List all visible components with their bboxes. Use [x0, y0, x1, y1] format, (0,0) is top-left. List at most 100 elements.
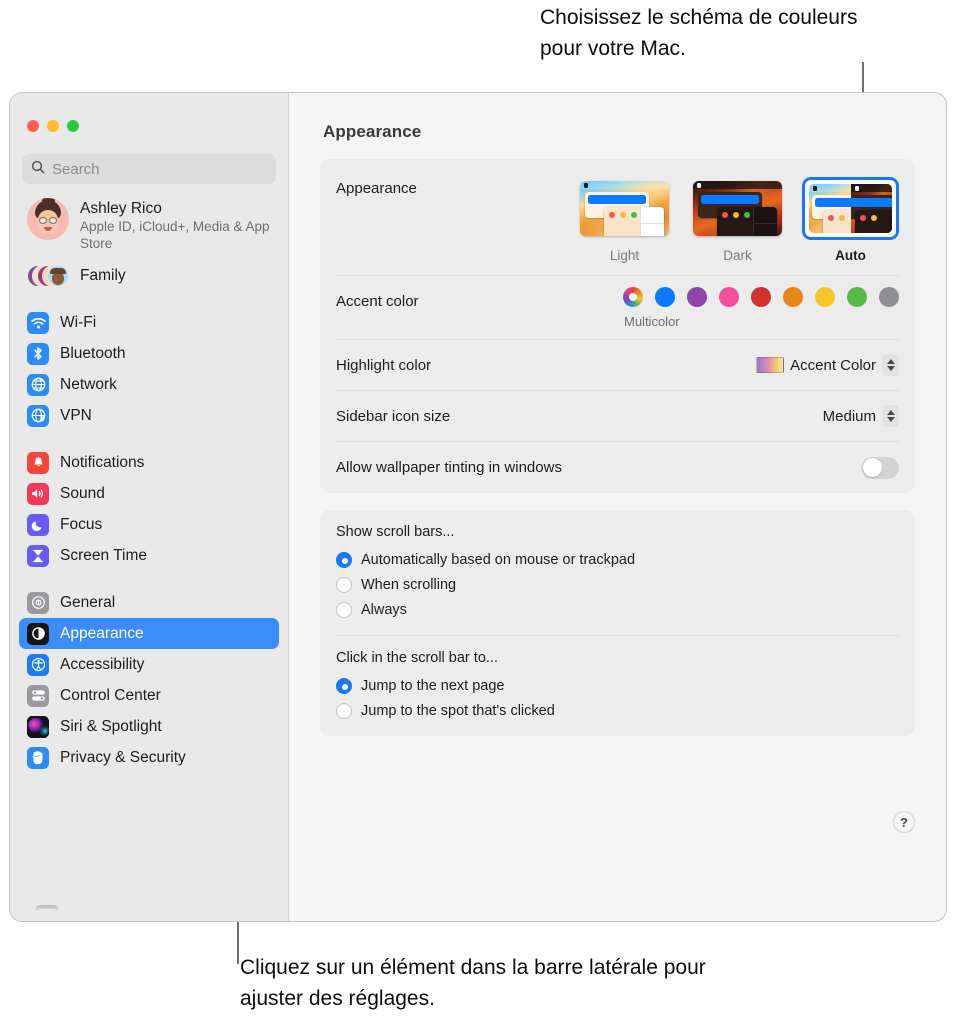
appearance-label: Appearance [336, 180, 417, 197]
theme-option-light[interactable]: Light [576, 177, 673, 263]
radio-label-jump-next-page: Jump to the next page [361, 677, 505, 694]
appearance-settings-card: Appearance Light Dark Auto Accent color … [320, 159, 915, 493]
theme-label-auto: Auto [835, 248, 866, 263]
sidebar-item-general[interactable]: General [19, 587, 279, 618]
radio-option-jump-to-spot[interactable]: Jump to the spot that's clicked [336, 698, 899, 723]
search-icon [31, 160, 45, 179]
accent-swatch-graphite[interactable] [879, 287, 899, 307]
sound-icon [27, 482, 49, 505]
siri-spotlight-icon [27, 715, 49, 738]
minimize-button[interactable] [47, 120, 59, 132]
chevron-updown-icon [882, 354, 899, 376]
row-wallpaper-tinting: Allow wallpaper tinting in windows [336, 442, 899, 493]
radio-label-jump-to-spot: Jump to the spot that's clicked [361, 702, 555, 719]
control-center-icon [27, 684, 49, 707]
radio-button-automatic[interactable] [336, 551, 352, 568]
sidebar-item-label-control-center: Control Center [60, 686, 161, 704]
radio-label-when-scrolling: When scrolling [361, 576, 457, 593]
bluetooth-icon [27, 342, 49, 365]
sidebar-item-wi-fi[interactable]: Wi-Fi [19, 307, 279, 338]
sidebar-icon-size-popup-button[interactable]: Medium [823, 405, 899, 427]
sidebar-icon-size-value: Medium [822, 407, 876, 425]
radio-option-jump-next-page[interactable]: Jump to the next page [336, 673, 899, 698]
account-row[interactable]: Ashley Rico Apple ID, iCloud+, Media & A… [10, 184, 288, 252]
sidebar-item-screen-time[interactable]: Screen Time [19, 540, 279, 571]
account-subtitle: Apple ID, iCloud+, Media & App Store [80, 219, 270, 251]
sidebar-item-appearance[interactable]: Appearance [19, 618, 279, 649]
accent-swatch-green[interactable] [847, 287, 867, 307]
sidebar-item-label-network: Network [60, 375, 117, 393]
sidebar-item-label-appearance: Appearance [60, 624, 144, 642]
close-button[interactable] [27, 120, 39, 132]
sidebar-item-label-screen-time: Screen Time [60, 546, 148, 564]
radio-option-when-scrolling[interactable]: When scrolling [336, 572, 899, 597]
sidebar-item-bluetooth[interactable]: Bluetooth [19, 338, 279, 369]
sidebar-item-label-sound: Sound [60, 484, 105, 502]
row-appearance: Appearance Light Dark Auto [336, 159, 899, 276]
help-button[interactable]: ? [893, 811, 915, 833]
sidebar-group-preferences: General Appearance Accessibility Control… [10, 587, 288, 773]
accent-swatch-red[interactable] [751, 287, 771, 307]
notifications-icon [27, 451, 49, 474]
accent-swatch-orange[interactable] [783, 287, 803, 307]
radio-label-always: Always [361, 601, 407, 618]
radio-option-automatic[interactable]: Automatically based on mouse or trackpad [336, 547, 899, 572]
sidebar-item-label-accessibility: Accessibility [60, 655, 145, 673]
accent-color-caption: Multicolor [624, 314, 680, 329]
show-scroll-bars-title: Show scroll bars... [336, 524, 455, 540]
appearance-icon [27, 622, 49, 645]
sidebar-item-vpn[interactable]: VPN [19, 400, 279, 431]
privacy-security-icon [27, 746, 49, 769]
radio-button-when-scrolling[interactable] [336, 576, 352, 593]
accessibility-icon [27, 653, 49, 676]
search-input[interactable]: Search [22, 154, 276, 184]
accent-swatch-purple[interactable] [687, 287, 707, 307]
window-traffic-lights [10, 93, 288, 132]
highlight-color-popup-button[interactable]: Accent Color [756, 354, 899, 376]
radio-option-always[interactable]: Always [336, 597, 899, 622]
row-highlight-color: Highlight color Accent Color [336, 340, 899, 391]
click-scroll-bar-title: Click in the scroll bar to... [336, 650, 498, 666]
sidebar-item-notifications[interactable]: Notifications [19, 447, 279, 478]
page-title: Appearance [323, 122, 422, 141]
general-icon [27, 591, 49, 614]
sidebar-item-family[interactable]: Family [10, 252, 288, 291]
sidebar: Search Ashley Rico Apple ID, iCloud+, Me… [10, 93, 288, 921]
accent-swatch-blue[interactable] [655, 287, 675, 307]
callout-text-bottom: Cliquez sur un élément dans la barre lat… [240, 956, 706, 1010]
radio-button-always[interactable] [336, 601, 352, 618]
theme-thumbnail-dark [693, 181, 782, 236]
account-name: Ashley Rico [80, 200, 162, 217]
callout-text-top: Choisissez le schéma de couleurs pour vo… [540, 6, 858, 60]
scroll-bar-settings-card: Show scroll bars... Automatically based … [320, 510, 915, 736]
accent-swatch-multicolor[interactable] [623, 287, 643, 307]
sidebar-item-accessibility[interactable]: Accessibility [19, 649, 279, 680]
accent-swatch-yellow[interactable] [815, 287, 835, 307]
radio-button-jump-to-spot[interactable] [336, 702, 352, 719]
wallpaper-tinting-toggle[interactable] [861, 456, 899, 479]
sidebar-item-control-center[interactable]: Control Center [19, 680, 279, 711]
sidebar-item-privacy-security[interactable]: Privacy & Security [19, 742, 279, 773]
sidebar-item-focus[interactable]: Focus [19, 509, 279, 540]
theme-option-dark[interactable]: Dark [689, 177, 786, 263]
sidebar-item-siri-spotlight[interactable]: Siri & Spotlight [19, 711, 279, 742]
vpn-icon [27, 404, 49, 427]
sidebar-item-network[interactable]: Network [19, 369, 279, 400]
zoom-button[interactable] [67, 120, 79, 132]
desktop-and-dock-icon-partial [35, 905, 59, 921]
accent-color-swatches [623, 287, 899, 307]
theme-option-auto[interactable]: Auto [802, 177, 899, 263]
highlight-color-value: Accent Color [790, 356, 876, 374]
theme-thumbnail-light [580, 181, 669, 236]
section-click-scroll-bar: Click in the scroll bar to... Jump to th… [336, 636, 899, 736]
sidebar-item-sound[interactable]: Sound [19, 478, 279, 509]
content-pane: Appearance Appearance Light Dark Auto Ac… [288, 93, 946, 921]
avatar [27, 198, 69, 240]
sidebar-item-label-family: Family [80, 267, 126, 284]
accent-swatch-pink[interactable] [719, 287, 739, 307]
sidebar-item-label-notifications: Notifications [60, 453, 145, 471]
wifi-icon [27, 311, 49, 334]
radio-button-jump-next-page[interactable] [336, 677, 352, 694]
section-show-scroll-bars: Show scroll bars... Automatically based … [336, 510, 899, 636]
highlight-color-swatch [756, 357, 785, 373]
